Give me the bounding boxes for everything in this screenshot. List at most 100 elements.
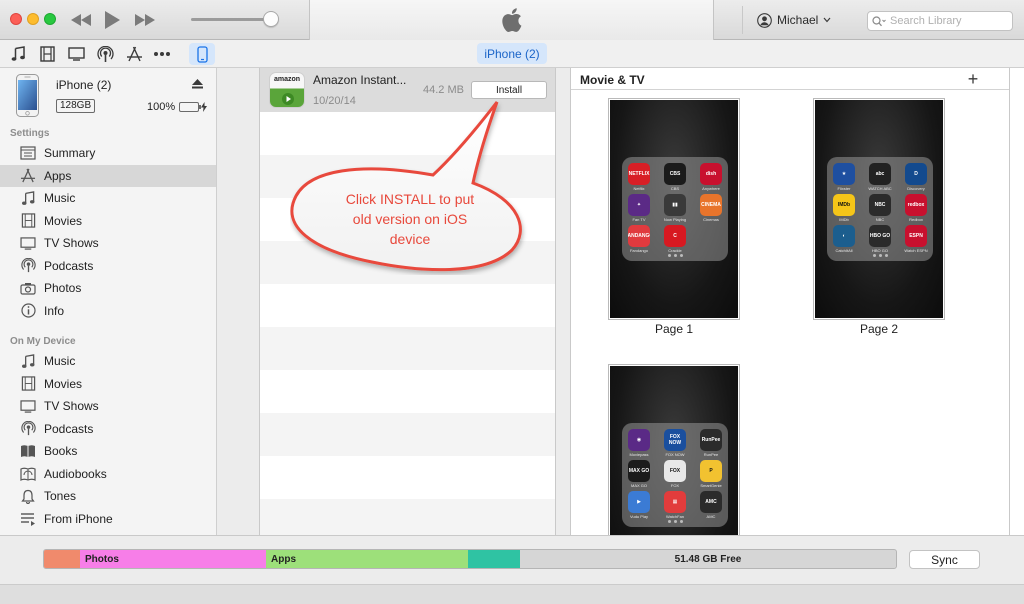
toolbar-podcasts-button[interactable] (95, 44, 115, 64)
list-icon (19, 511, 37, 527)
app-icon-glyph: ▶ (637, 499, 641, 505)
home-screen-page[interactable]: ★ Flixster abc WATCH ABC D Discovery IMDb IMDb N… (813, 98, 945, 320)
app-icon-glyph: CBS (669, 171, 681, 177)
netflix-app-icon[interactable]: NETFLIX Netflix (628, 163, 650, 191)
fox-now-app-icon[interactable]: FOX NOW FOX NOW (664, 429, 686, 457)
app-icon-glyph: ▦ (672, 499, 678, 505)
sidebar-item-info[interactable]: Info (0, 300, 216, 322)
now-playing-app-icon[interactable]: ▮▮ Now Playing (664, 194, 686, 222)
hbo-go-app-icon[interactable]: HBO GO HBO GO (869, 225, 891, 253)
home-screen-wallpaper: NETFLIX Netflix CBS CBS dish Anywhere ✦ Fan TV ▮… (610, 100, 738, 318)
tv-icon (19, 398, 37, 414)
sidebar-item-photos[interactable]: Photos (0, 277, 216, 299)
sidebar-item-podcasts[interactable]: Podcasts (0, 418, 216, 440)
film-icon (19, 213, 37, 229)
cbs-app-icon[interactable]: CBS CBS (664, 163, 686, 191)
app-icon-glyph: RunPee (701, 437, 721, 443)
fox-app-icon[interactable]: FOX FOX (664, 460, 686, 488)
play-button[interactable] (101, 8, 123, 32)
app-icon-glyph: FOX (669, 468, 681, 474)
account-menu[interactable]: Michael (757, 12, 831, 28)
app-label: Flixster (837, 186, 851, 191)
discovery-app-icon[interactable]: D Discovery (905, 163, 927, 191)
amc-app-icon[interactable]: AMC AMC (700, 491, 722, 519)
app-label: Now Playing (663, 217, 687, 222)
redbox-app-icon[interactable]: redbox Redbox (905, 194, 927, 222)
eject-icon[interactable] (192, 79, 203, 89)
sidebar-item-books[interactable]: Books (0, 440, 216, 462)
app-label: FOX NOW (665, 452, 685, 457)
toolbar-more-button[interactable] (152, 44, 172, 64)
vudu-play-app-icon[interactable]: ▶ Vudu Play (628, 491, 650, 519)
toolbar-tv-button[interactable] (66, 44, 86, 64)
page-label: Page 2 (859, 322, 899, 336)
add-page-button[interactable]: + (963, 69, 983, 89)
window-bottom-edge (0, 584, 1024, 604)
sidebar-item-podcasts[interactable]: Podcasts (0, 255, 216, 277)
install-button[interactable]: Install (471, 81, 547, 99)
home-screen-page[interactable]: NETFLIX Netflix CBS CBS dish Anywhere ✦ Fan TV ▮… (608, 98, 740, 320)
sidebar-item-music[interactable]: Music (0, 187, 216, 209)
app-icon-glyph: FANDANGO (628, 233, 650, 239)
watch-espn-app-icon[interactable]: ESPN Watch ESPN (904, 225, 928, 253)
sidebar-item-music[interactable]: Music (0, 350, 216, 372)
sidebar-item-label: TV Shows (44, 399, 99, 413)
search-box[interactable] (867, 11, 1013, 31)
app-label: WatchFan (665, 514, 685, 519)
rewind-button[interactable] (70, 8, 92, 32)
sidebar-item-movies[interactable]: Movies (0, 210, 216, 232)
device-header[interactable]: iPhone (2) 128GB 100% (0, 68, 216, 122)
moviepass-app-icon[interactable]: ◉ Moviepass (628, 429, 650, 457)
sync-button[interactable]: Sync (909, 550, 980, 569)
app-folder[interactable]: ★ Flixster abc WATCH ABC D Discovery IMDb IMDb N… (827, 157, 933, 261)
sidebar-item-summary[interactable]: Summary (0, 142, 216, 164)
minimize-window-button[interactable] (27, 13, 39, 25)
imdb-app-icon[interactable]: IMDb IMDb (833, 194, 855, 222)
catchitall-app-icon[interactable]: ◐ CatchItAll (833, 225, 855, 253)
fast-forward-button[interactable] (134, 8, 156, 32)
anywhere-app-icon[interactable]: dish Anywhere (700, 163, 722, 191)
toolbar-movies-button[interactable] (38, 44, 56, 64)
smartgenie-app-icon[interactable]: P SmartGenie (700, 460, 722, 488)
app-label: FOX (670, 483, 680, 488)
sidebar-item-tones[interactable]: Tones (0, 485, 216, 507)
watchfan-app-icon[interactable]: ▦ WatchFan (664, 491, 686, 519)
volume-slider-knob[interactable] (263, 11, 279, 27)
close-window-button[interactable] (10, 13, 22, 25)
toolbar-music-button[interactable] (9, 44, 27, 64)
runpee-app-icon[interactable]: RunPee RunPee (700, 429, 722, 457)
tv-icon (19, 235, 37, 251)
app-grid: ★ Flixster abc WATCH ABC D Discovery IMDb IMDb N… (833, 163, 928, 253)
search-input[interactable] (890, 15, 1008, 27)
cinemas-app-icon[interactable]: CINEMA Cinemas (700, 194, 722, 222)
app-label: Moviepass (629, 452, 649, 457)
capacity-bar[interactable]: Photos Apps 51.48 GB Free (43, 549, 897, 569)
nbc-app-icon[interactable]: NBC NBC (869, 194, 891, 222)
app-icon-glyph: HBO GO (869, 233, 891, 239)
watch-abc-app-icon[interactable]: abc WATCH ABC (868, 163, 892, 191)
sidebar-item-label: Info (44, 303, 65, 318)
flixster-app-icon[interactable]: ★ Flixster (833, 163, 855, 191)
fan-tv-app-icon[interactable]: ✦ Fan TV (628, 194, 650, 222)
app-folder[interactable]: ◉ Moviepass FOX NOW FOX NOW RunPee RunPee MAX … (622, 423, 728, 527)
device-tab[interactable]: iPhone (2) (477, 43, 547, 64)
max-go-app-icon[interactable]: MAX GO MAX GO (628, 460, 650, 488)
info-icon (19, 303, 37, 319)
fandango-app-icon[interactable]: FANDANGO Fandango (628, 225, 650, 253)
zoom-window-button[interactable] (44, 13, 56, 25)
crackle-app-icon[interactable]: C Crackle (664, 225, 686, 253)
sidebar-item-movies[interactable]: Movies (0, 373, 216, 395)
sidebar-item-apps[interactable]: Apps (0, 164, 216, 187)
toolbar-apps-button[interactable] (124, 44, 144, 64)
toolbar-device-button[interactable] (189, 43, 215, 65)
app-folder[interactable]: NETFLIX Netflix CBS CBS dish Anywhere ✦ Fan TV ▮… (622, 157, 728, 261)
sidebar-item-tv-shows[interactable]: TV Shows (0, 395, 216, 417)
podcast-icon (19, 421, 37, 437)
chevron-down-icon (823, 17, 831, 23)
device-capacity: 128GB (56, 99, 96, 113)
volume-slider-track[interactable] (191, 18, 273, 21)
iphone-icon (196, 45, 208, 63)
sidebar-item-audiobooks[interactable]: Audiobooks (0, 463, 216, 485)
sidebar-item-from-iphone[interactable]: From iPhone (0, 508, 216, 530)
sidebar-item-tv-shows[interactable]: TV Shows (0, 232, 216, 254)
